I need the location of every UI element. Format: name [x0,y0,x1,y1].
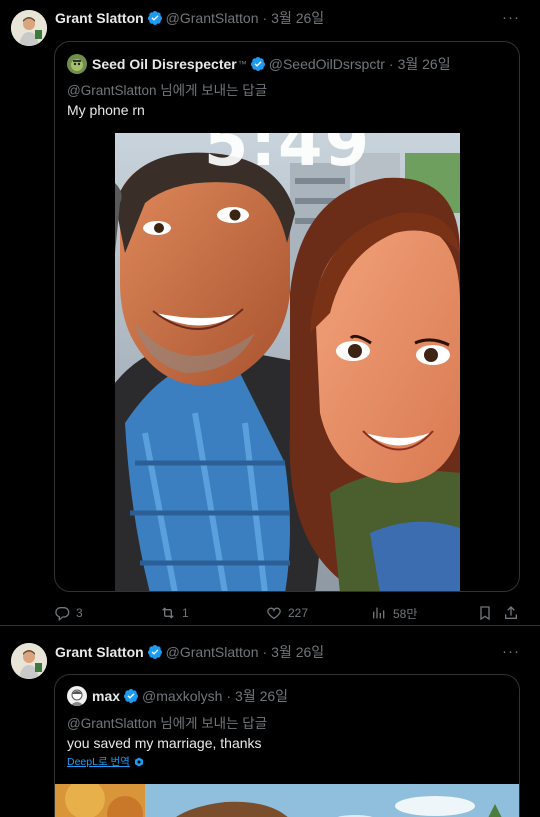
quote-author-handle: @maxkolysh [142,688,223,704]
trademark-mark: ™ [237,59,247,69]
retweet-count: 1 [182,606,189,620]
verified-badge-icon [124,689,139,704]
quote-text: you saved my marriage, thanks [67,735,262,751]
reply-button[interactable]: 3 [54,603,83,623]
separator-dot: · [226,688,232,704]
tweet-date[interactable]: 3월 26일 [271,642,324,662]
tweet-actions: 3 1 227 58만 [54,603,524,623]
tweet[interactable]: Grant Slatton @GrantSlatton · 3월 26일 ···… [0,636,540,817]
author-name[interactable]: Grant Slatton [55,10,144,26]
author-avatar[interactable] [11,10,47,46]
views-button[interactable]: 58만 [371,603,417,623]
quote-image[interactable] [55,784,519,817]
tweet-header: Grant Slatton @GrantSlatton · 3월 26일 [55,642,324,662]
reply-to-label: @GrantSlatton 님에게 보내는 답글 [67,83,268,98]
reply-count: 3 [76,606,83,620]
reply-to-label: @GrantSlatton 님에게 보내는 답글 [67,716,268,731]
quote-author-avatar [67,54,87,74]
separator-dot: · [262,644,268,660]
quoted-tweet[interactable]: Seed Oil Disrespecter ™ @SeedOilDsrspctr… [54,41,520,592]
views-icon [373,607,385,619]
verified-badge-icon [250,57,265,72]
tweet[interactable]: Grant Slatton @GrantSlatton · 3월 26일 ···… [0,0,540,625]
separator-dot: · [262,10,268,26]
views-count: 58만 [393,606,418,621]
bookmark-button[interactable] [477,603,493,623]
like-button[interactable]: 227 [266,603,308,623]
translate-link[interactable]: DeepL로 번역 [67,754,144,769]
author-handle[interactable]: @GrantSlatton [166,10,259,26]
translate-label: DeepL로 번역 [67,756,130,768]
quote-date: 3월 26일 [397,56,451,72]
quote-author-handle: @SeedOilDsrspctr [268,56,385,72]
quote-author-avatar [67,686,87,706]
tweet-header: Grant Slatton @GrantSlatton · 3월 26일 [55,8,324,28]
quote-header: Seed Oil Disrespecter ™ @SeedOilDsrspctr… [67,54,451,74]
lockscreen-time: 5:49 [203,133,372,181]
quote-header: max @maxkolysh · 3월 26일 [67,686,288,706]
bookmark-icon [480,606,490,621]
retweet-button[interactable]: 1 [160,603,189,623]
more-dots-icon[interactable]: ··· [502,9,520,27]
separator-dot: · [388,56,394,72]
quoted-tweet[interactable]: max @maxkolysh · 3월 26일 @GrantSlatton 님에… [54,674,520,817]
share-icon [505,606,517,619]
deepl-icon [134,757,143,766]
like-count: 227 [288,606,309,620]
author-avatar[interactable] [11,643,47,679]
retweet-icon [162,607,174,619]
heart-icon [267,607,281,620]
tweet-date[interactable]: 3월 26일 [271,8,324,28]
quote-image[interactable]: 5:49 [115,133,460,591]
author-handle[interactable]: @GrantSlatton [166,644,259,660]
author-name[interactable]: Grant Slatton [55,644,144,660]
quote-text: My phone rn [67,102,145,118]
reply-icon [55,607,70,621]
verified-badge-icon [147,11,162,26]
tweet-divider [0,625,540,626]
verified-badge-icon [147,645,162,660]
more-dots-icon[interactable]: ··· [502,643,520,661]
quote-author-name: max [92,688,121,704]
quote-author-name: Seed Oil Disrespecter [92,56,237,72]
share-button[interactable] [503,603,519,623]
quote-date: 3월 26일 [235,688,289,704]
